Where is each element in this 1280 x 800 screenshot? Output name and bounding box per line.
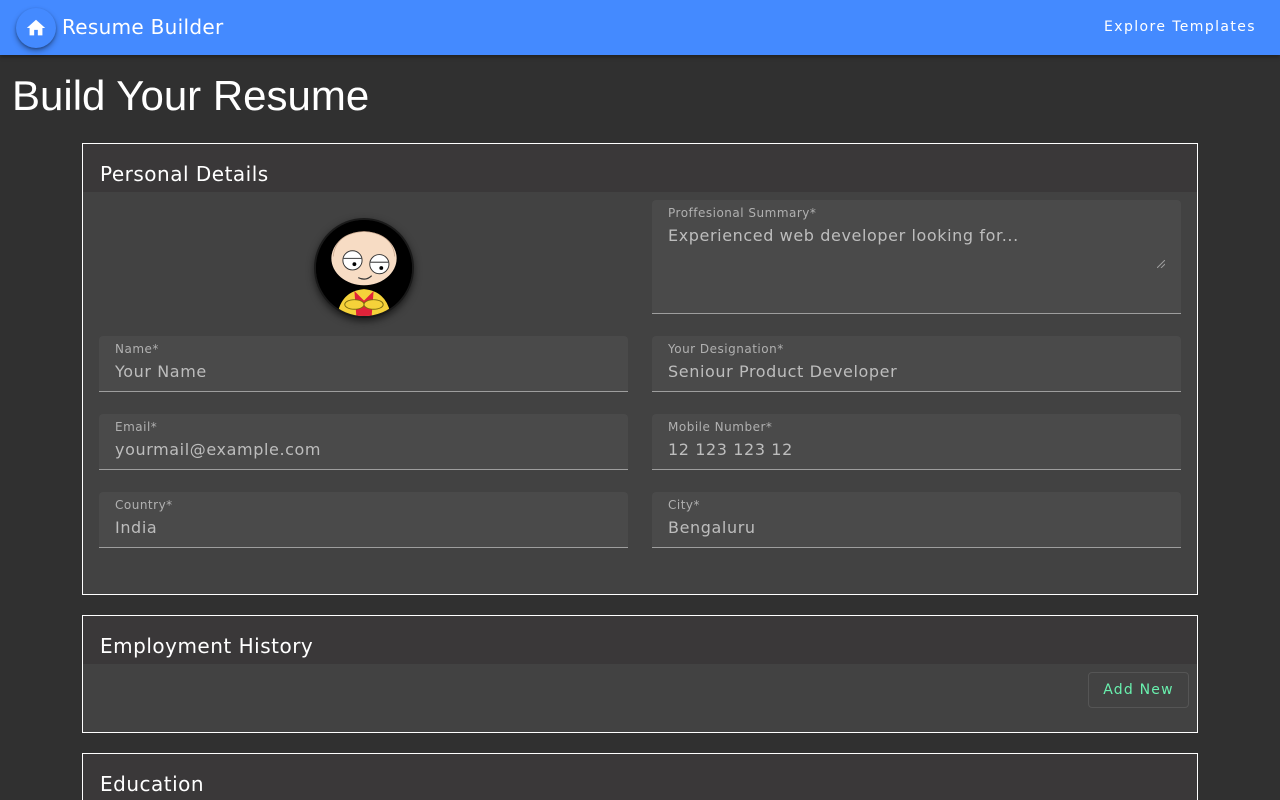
- field-label: Name*: [115, 342, 159, 356]
- name-field[interactable]: Name* Your Name: [99, 336, 628, 392]
- app-title: Resume Builder: [62, 15, 224, 39]
- field-label: Your Designation*: [668, 342, 784, 356]
- personal-details-section: Personal Details Proffesional Summary* E…: [82, 143, 1198, 595]
- education-section: Education: [82, 753, 1198, 800]
- field-value: Your Name: [115, 362, 207, 381]
- field-label: Mobile Number*: [668, 420, 773, 434]
- field-label: Email*: [115, 420, 158, 434]
- field-label: Proffesional Summary*: [668, 206, 817, 220]
- field-label: City*: [668, 498, 701, 512]
- field-value: Bengaluru: [668, 518, 756, 537]
- home-button[interactable]: [16, 8, 56, 48]
- employment-history-section: Employment History Add New: [82, 615, 1198, 733]
- field-label: Country*: [115, 498, 173, 512]
- explore-templates-button[interactable]: Explore Templates: [1104, 19, 1256, 35]
- home-icon: [26, 19, 46, 36]
- employment-history-body: Add New: [83, 664, 1197, 732]
- field-value: Seniour Product Developer: [668, 362, 898, 381]
- section-title: Employment History: [83, 616, 1197, 664]
- section-title: Education: [83, 754, 1197, 800]
- field-value: yourmail@example.com: [115, 440, 322, 459]
- field-value: Experienced web developer looking for...: [668, 226, 1019, 245]
- country-field[interactable]: Country* India: [99, 492, 628, 548]
- resize-handle-icon[interactable]: [1157, 260, 1165, 268]
- city-field[interactable]: City* Bengaluru: [652, 492, 1181, 548]
- field-value: 12 123 123 12: [668, 440, 793, 459]
- add-new-employment-button[interactable]: Add New: [1088, 672, 1189, 708]
- page-title: Build Your Resume: [12, 72, 370, 119]
- mobile-number-field[interactable]: Mobile Number* 12 123 123 12: [652, 414, 1181, 470]
- email-field[interactable]: Email* yourmail@example.com: [99, 414, 628, 470]
- field-value: India: [115, 518, 158, 537]
- designation-field[interactable]: Your Designation* Seniour Product Develo…: [652, 336, 1181, 392]
- cartoon-character-avatar: [316, 220, 412, 316]
- app-bar: Resume Builder Explore Templates: [0, 0, 1280, 55]
- professional-summary-field[interactable]: Proffesional Summary* Experienced web de…: [652, 200, 1181, 314]
- personal-details-body: Proffesional Summary* Experienced web de…: [83, 192, 1197, 594]
- avatar[interactable]: [314, 218, 414, 318]
- section-title: Personal Details: [83, 144, 1197, 192]
